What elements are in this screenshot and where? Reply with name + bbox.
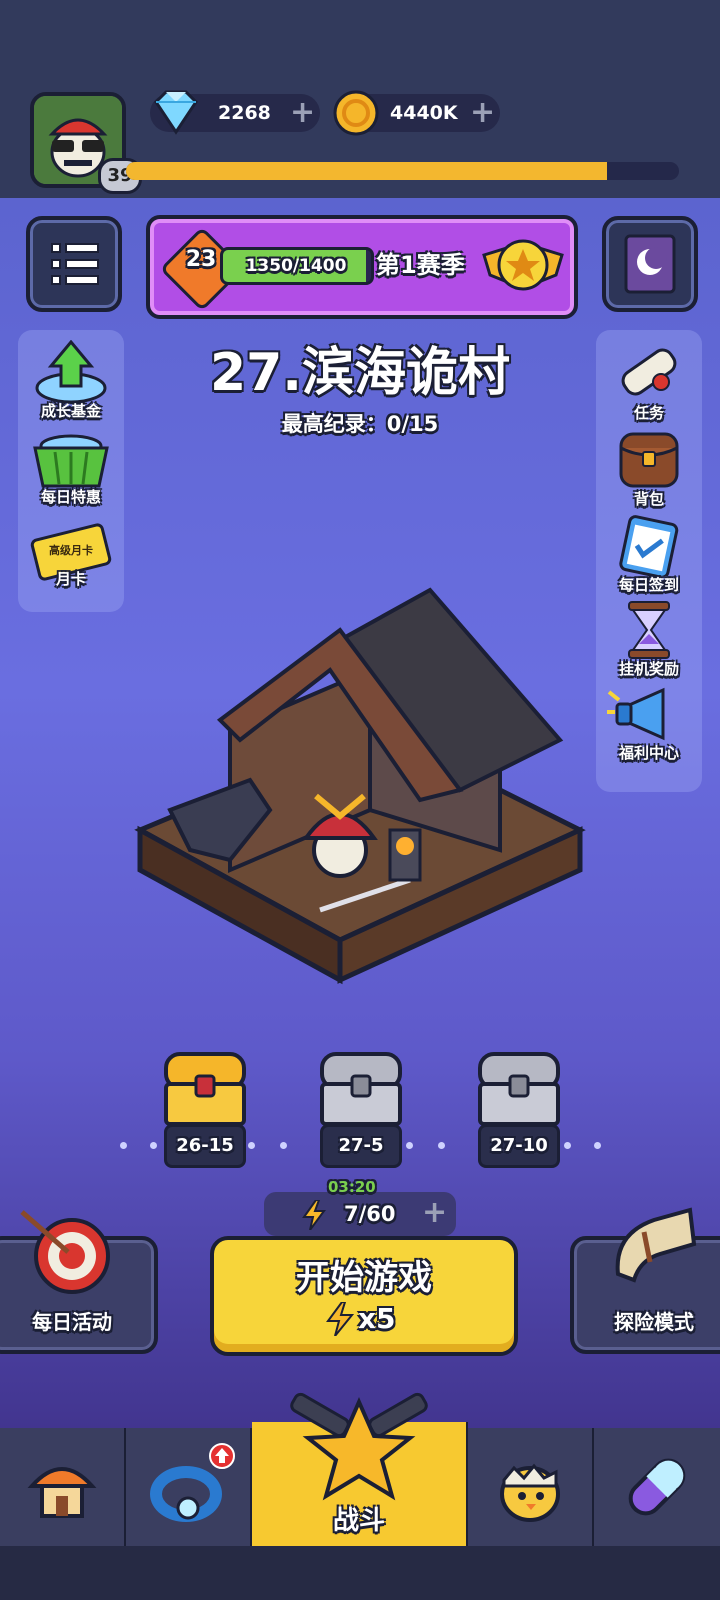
diamond-icon — [154, 90, 198, 135]
energy-timer: 03:20 — [328, 1178, 376, 1196]
start-game-button[interactable]: 开始游戏 x5 — [210, 1236, 518, 1356]
stage-scene-illustration[interactable] — [120, 580, 600, 1010]
season-panel[interactable]: 23 1350/1400 第1赛季 — [146, 215, 578, 319]
star-crossed-cannons-icon — [290, 1392, 428, 1501]
season-progress-text: 1350/1400 — [245, 256, 347, 276]
stage-chest-2[interactable]: 27-5 — [316, 1044, 406, 1168]
forge-lamp-flame — [396, 837, 414, 855]
daily-activity-button[interactable]: 每日活动 — [0, 1210, 158, 1354]
nav-tab-battle[interactable]: 战斗 — [252, 1392, 468, 1546]
winged-star-badge-icon — [482, 239, 564, 291]
daily-deal-label: 每日特惠 — [40, 488, 101, 506]
gold-coin-icon — [333, 90, 379, 136]
nav-tab-shop[interactable] — [0, 1428, 126, 1546]
progress-dot — [564, 1142, 571, 1149]
list-menu-icon — [51, 243, 99, 285]
add-gems-icon[interactable]: + — [290, 94, 315, 132]
progress-dot — [120, 1142, 127, 1149]
adventure-mode-button[interactable]: 探险模式 — [570, 1207, 720, 1354]
idle-reward-button[interactable]: 挂机奖励 — [603, 598, 695, 678]
energy-value: 7/60 — [344, 1202, 396, 1226]
coins-counter[interactable]: 4440K + — [333, 90, 500, 136]
hourglass-icon — [628, 601, 670, 659]
codex-book-button[interactable] — [602, 216, 698, 312]
bottom-nav-bar: 战斗 — [0, 1392, 720, 1600]
monthly-card-button[interactable]: 高级月卡 月卡 — [25, 518, 117, 588]
welfare-center-label: 福利中心 — [618, 744, 679, 762]
progress-dot — [150, 1142, 157, 1149]
progress-dot — [438, 1142, 445, 1149]
chest-label: 27-10 — [478, 1124, 560, 1168]
top-bar: 39 2268 + 4440K + — [0, 0, 720, 198]
monthly-card-label: 月卡 — [55, 570, 86, 588]
daily-activity-label: 每日活动 — [32, 1310, 112, 1334]
adventure-mode-label: 探险模式 — [614, 1310, 694, 1334]
season-name: 第1赛季 — [376, 251, 465, 279]
lightning-icon — [302, 1200, 326, 1230]
coins-value: 4440K — [390, 102, 458, 124]
mushroom-house-icon — [27, 1467, 97, 1518]
checkin-clipboard-icon — [619, 515, 679, 579]
archery-target-icon — [20, 1210, 110, 1294]
progress-dot — [594, 1142, 601, 1149]
chest-label: 27-5 — [320, 1124, 402, 1168]
nav-tab-equipment[interactable] — [126, 1428, 252, 1546]
stage-record: 最高纪录：0/15 — [281, 412, 439, 436]
upgrade-arrow-icon — [209, 1443, 235, 1469]
stage-chest-3[interactable]: 27-10 — [474, 1044, 564, 1168]
gold-chest-icon — [164, 1052, 246, 1126]
chest-label: 26-15 — [164, 1124, 246, 1168]
energy-counter[interactable]: 03:20 7/60 + — [264, 1178, 456, 1236]
player-xp-fill — [126, 162, 608, 180]
gems-counter[interactable]: 2268 + — [150, 90, 320, 135]
daily-checkin-label: 每日签到 — [618, 576, 679, 594]
progress-dot — [280, 1142, 287, 1149]
nav-tab-skills[interactable] — [594, 1428, 720, 1546]
backpack-label: 背包 — [633, 490, 664, 508]
lightning-icon — [326, 1302, 354, 1336]
horn-icon — [615, 1207, 697, 1283]
moon-book-icon — [624, 234, 676, 294]
stage-title: 27.滨海诡村 — [209, 343, 511, 403]
idle-reward-label: 挂机奖励 — [618, 660, 679, 678]
capsule-icon — [628, 1458, 686, 1516]
silver-chest-icon — [478, 1052, 560, 1126]
start-game-label: 开始游戏 — [296, 1258, 432, 1298]
welfare-center-button[interactable]: 福利中心 — [603, 682, 695, 762]
megaphone-icon — [607, 687, 665, 741]
daily-checkin-button[interactable]: 每日签到 — [603, 514, 695, 594]
silver-chest-icon — [320, 1052, 402, 1126]
progress-dot — [406, 1142, 413, 1149]
nav-tab-pets[interactable] — [468, 1428, 594, 1546]
add-energy-icon[interactable]: + — [422, 1194, 447, 1232]
add-coins-icon[interactable]: + — [470, 94, 495, 132]
menu-button[interactable] — [26, 216, 122, 312]
gems-value: 2268 — [218, 102, 271, 124]
nav-battle-label: 战斗 — [332, 1506, 385, 1536]
stage-chest-1[interactable]: 26-15 — [160, 1044, 250, 1168]
start-game-cost: x5 — [358, 1302, 396, 1335]
player-xp-bar — [126, 162, 679, 180]
monthly-card-text: 高级月卡 — [49, 543, 93, 557]
hatching-chick-icon — [500, 1463, 560, 1522]
